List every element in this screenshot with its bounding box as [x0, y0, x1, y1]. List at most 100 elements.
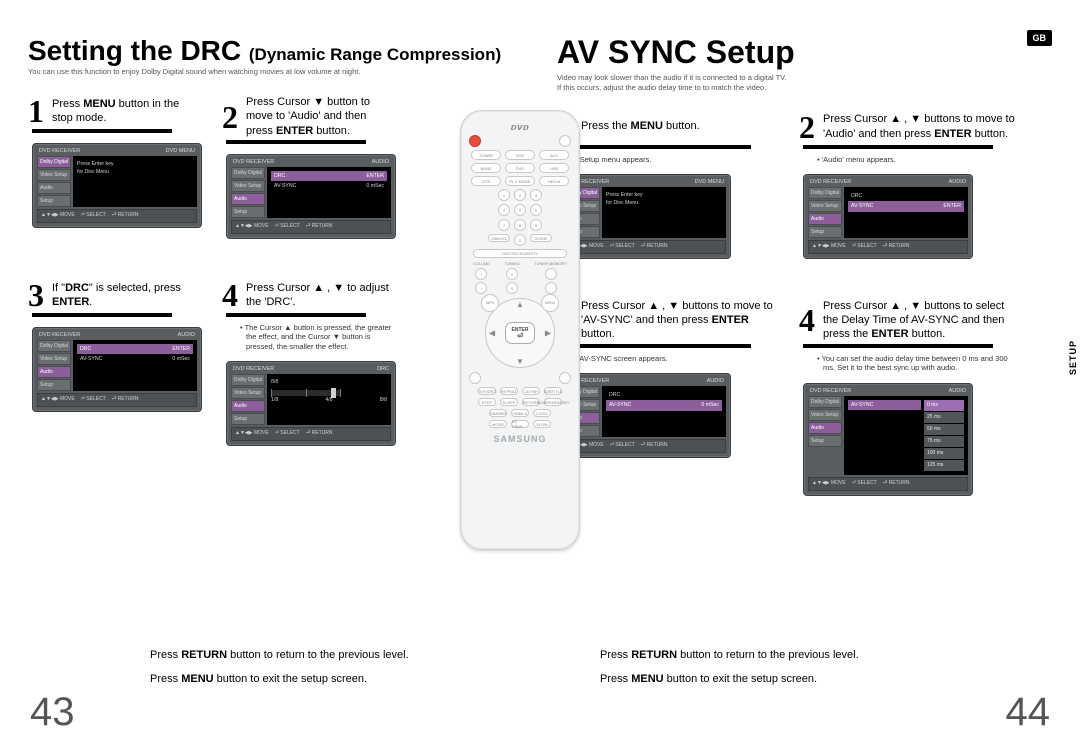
drc-step-4: 4 Press Cursor ▲ , ▼ to adjust the 'DRC'…	[222, 279, 392, 446]
repeat-button[interactable]: REPEAT	[500, 387, 518, 395]
aux-button[interactable]: AUX	[539, 150, 569, 160]
page-right: GB SETUP AV SYNC Setup Video may look sl…	[557, 30, 1052, 731]
cursor-right-button[interactable]: ▶	[545, 329, 551, 338]
sleep-button[interactable]: SLEEP	[500, 398, 518, 406]
cdrip-button[interactable]: CD RIP	[522, 387, 540, 395]
open-close-button[interactable]	[559, 135, 571, 147]
avsync-step-3: 3 Press Cursor ▲ , ▼ buttons to move to …	[557, 299, 777, 496]
logo-button[interactable]: LOGO	[533, 409, 551, 417]
screenshot-drc-3: DVD RECEIVERAUDIO Dolby Digital Video Se…	[32, 327, 202, 412]
drc-note-4: • The Cursor ▲ button is pressed, the gr…	[240, 323, 392, 351]
step-number: 2	[799, 111, 815, 143]
key-6[interactable]: 6	[530, 204, 542, 216]
dvd2-button[interactable]: DVD	[505, 163, 535, 173]
key-3[interactable]: 3	[530, 189, 542, 201]
avsync-step-2: 2 Press Cursor ▲ , ▼ buttons to move to …	[799, 111, 1019, 259]
menu-button[interactable]: MENU	[541, 294, 559, 312]
volume-down-button[interactable]: −	[475, 282, 487, 294]
ezview-button[interactable]: EZ VIEW	[511, 420, 529, 428]
hdmi-button[interactable]: HDMI A	[511, 409, 529, 417]
screenshot-drc-2: DVD RECEIVERAUDIO Dolby Digital Video Se…	[226, 154, 396, 239]
key-0[interactable]: 0	[514, 234, 526, 246]
receiver-tv-button[interactable]: DVD RECEIVER/TV	[473, 249, 567, 258]
title-main: Setting the DRC	[28, 35, 249, 66]
mode-button[interactable]: MODE	[489, 420, 507, 428]
usb-button[interactable]: USB	[539, 163, 569, 173]
cancel-button[interactable]: CANCEL	[488, 234, 510, 242]
dvd-logo-icon: 𝘿𝙑𝘿	[511, 124, 530, 132]
page-number-right: 44	[1006, 690, 1051, 735]
screenshot-avsync-4: DVD RECEIVERAUDIO Dolby Digital Video Se…	[803, 383, 973, 496]
page-left: Setting the DRC (Dynamic Range Compressi…	[28, 30, 523, 731]
dvd-button[interactable]: DVD	[505, 150, 535, 160]
screenshot-drc-4: DVD RECEIVERDRC Dolby Digital Video Setu…	[226, 361, 396, 446]
subtitle-button[interactable]: SUBTITLE	[544, 387, 562, 395]
screenshot-avsync-2: DVD RECEIVERAUDIO Dolby Digital Video Se…	[803, 174, 973, 259]
mute-button[interactable]	[545, 268, 557, 280]
avsync-step-1: 1 Press the MENU button. • Setup menu ap…	[557, 111, 777, 259]
subtitle-left: You can use this function to enjoy Dolby…	[28, 67, 523, 77]
neo6-button[interactable]: NEO:6	[539, 176, 569, 186]
step-text: Press Cursor ▲ , ▼ buttons to move to 'A…	[581, 299, 777, 342]
step-text: Press MENU button in the stop mode.	[52, 97, 198, 126]
direction-pad: INFO MENU ▲ ▼ ◀ ▶ ENTER ⏎	[485, 298, 555, 368]
page-number-left: 43	[30, 690, 75, 735]
step-text: If "DRC" is selected, press ENTER.	[52, 281, 198, 310]
cursor-up-button[interactable]: ▲	[516, 300, 524, 309]
subtitle-right: Video may look slower than the audio if …	[557, 73, 1052, 93]
zoom-button[interactable]: ZOOM	[530, 234, 552, 242]
tvvideo-button[interactable]: TV/VIDEO	[478, 387, 496, 395]
screenshot-avsync-3: DVD RECEIVERAUDIO Dolby Digital Video Se…	[561, 373, 731, 458]
screenshot-avsync-1: DVD RECEIVERDVD MENU Dolby Digital Video…	[561, 174, 731, 259]
cursor-down-button[interactable]: ▼	[516, 357, 524, 366]
key-8[interactable]: 8	[514, 219, 526, 231]
drc-step-1: 1 Press MENU button in the stop mode. DV…	[28, 95, 198, 239]
key-2[interactable]: 2	[514, 189, 526, 201]
avsync-note-3: • AV-SYNC screen appears.	[575, 354, 777, 363]
brand-label: SAMSUNG	[469, 434, 571, 444]
dimmer-button[interactable]: DIMMER	[489, 409, 507, 417]
key-9[interactable]: 9	[530, 219, 542, 231]
page-title-right: AV SYNC Setup	[557, 34, 1052, 71]
step-text: Press Cursor ▲ , ▼ buttons to select the…	[823, 299, 1019, 342]
cursor-left-button[interactable]: ◀	[489, 329, 495, 338]
key-7[interactable]: 7	[498, 219, 510, 231]
key-5[interactable]: 5	[514, 204, 526, 216]
drc-step-3: 3 If "DRC" is selected, press ENTER. DVD…	[28, 279, 198, 446]
volume-up-button[interactable]: +	[475, 268, 487, 280]
step-number: 4	[799, 304, 815, 336]
band-button[interactable]: BAND	[471, 163, 501, 173]
return-button[interactable]	[469, 372, 481, 384]
avsync-note-2: • 'Audio' menu appears.	[817, 155, 1019, 164]
audio-button[interactable]	[559, 372, 571, 384]
page-title-left: Setting the DRC (Dynamic Range Compressi…	[28, 36, 523, 65]
dts-button[interactable]: DTS	[471, 176, 501, 186]
step-number: 4	[222, 279, 238, 311]
step-button[interactable]: STEP	[478, 398, 496, 406]
avsync-note-1: • Setup menu appears.	[575, 155, 777, 164]
plii-button[interactable]	[545, 282, 557, 294]
remote-control: 𝘿𝙑𝘿 TUNER DVD AUX BAND DVD USB DTS PL II…	[460, 110, 580, 550]
tips-right: Press RETURN button to return to the pre…	[600, 643, 960, 691]
step-number: 1	[28, 95, 44, 127]
slow-button[interactable]: SLOW	[533, 420, 551, 428]
step-text: Press the MENU button.	[581, 119, 700, 133]
section-tab: SETUP	[1068, 340, 1078, 375]
key-4[interactable]: 4	[498, 204, 510, 216]
tune-up-button[interactable]: ∧	[506, 268, 518, 280]
tunermem-button[interactable]: TUNER/MEMORY	[544, 398, 562, 406]
step-number: 3	[28, 279, 44, 311]
power-button[interactable]	[469, 135, 481, 147]
key-1[interactable]: 1	[498, 189, 510, 201]
region-badge: GB	[1027, 30, 1053, 46]
step-number: 2	[222, 101, 238, 133]
info-button[interactable]: INFO	[481, 294, 499, 312]
screenshot-drc-1: DVD RECEIVERDVD MENU Dolby Digital Video…	[32, 143, 202, 228]
avsync-note-4: • You can set the audio delay time betwe…	[817, 354, 1019, 373]
tuner-button[interactable]: TUNER	[471, 150, 501, 160]
tune-down-button[interactable]: ∨	[506, 282, 518, 294]
dolby-button[interactable]: PL II MODE	[505, 176, 535, 186]
avsync-step-4: 4 Press Cursor ▲ , ▼ buttons to select t…	[799, 299, 1019, 496]
title-sub: (Dynamic Range Compression)	[249, 45, 501, 64]
enter-button[interactable]: ENTER ⏎	[505, 322, 535, 344]
